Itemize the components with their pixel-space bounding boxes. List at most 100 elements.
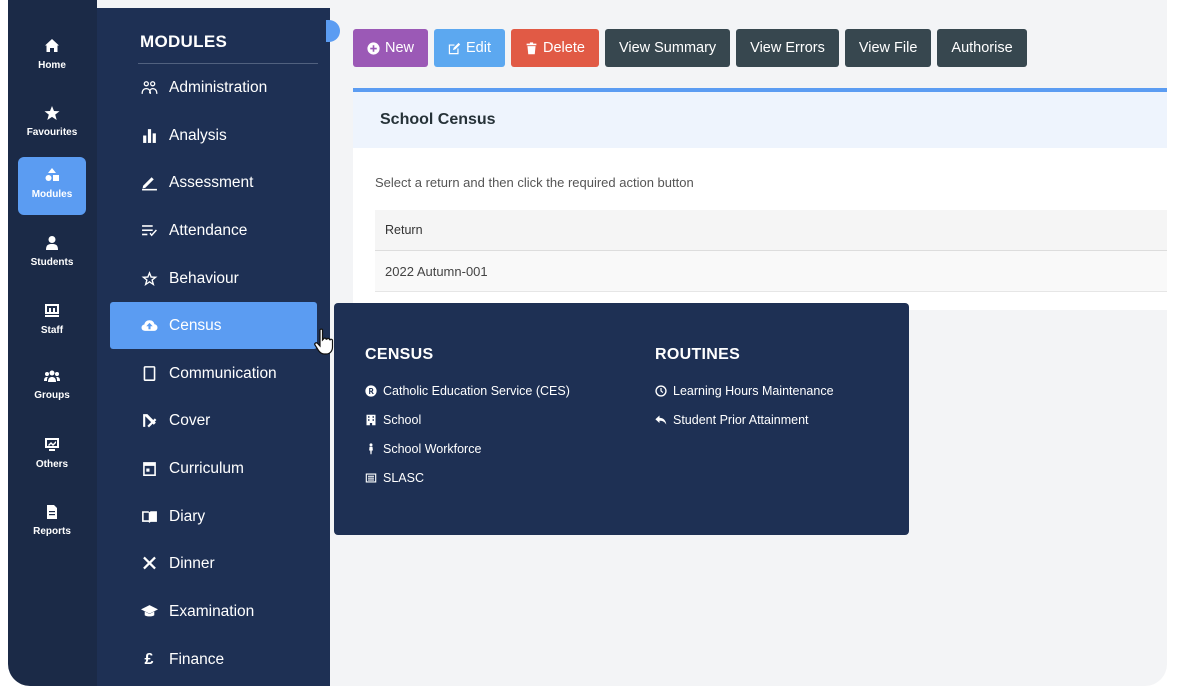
plus-circle-icon — [367, 41, 380, 55]
icon-rail: Home Favourites Modules Students Staff G… — [8, 0, 97, 686]
module-finance[interactable]: £ Finance — [110, 636, 317, 683]
rail-label: Modules — [31, 189, 73, 200]
rail-item-modules[interactable]: Modules — [18, 157, 86, 215]
rail-item-reports[interactable]: Reports — [18, 494, 86, 552]
building-icon — [366, 414, 376, 425]
person-icon — [369, 442, 373, 454]
hand-cursor-icon — [314, 328, 334, 355]
returns-table: Return 2022 Autumn-001 — [375, 210, 1167, 292]
module-label: Curriculum — [169, 459, 244, 477]
view-errors-button[interactable]: View Errors — [736, 29, 839, 67]
module-cover[interactable]: Cover — [110, 397, 317, 444]
graduation-cap-icon — [139, 602, 159, 622]
menu-item-label: Student Prior Attainment — [673, 412, 809, 427]
menu-item-learning-hours-maintenance[interactable]: Learning Hours Maintenance — [655, 376, 834, 405]
bar-chart-icon — [139, 126, 159, 146]
rail-item-favourites[interactable]: Favourites — [18, 95, 86, 153]
module-label: Diary — [169, 507, 206, 525]
rail-label: Staff — [40, 325, 64, 336]
census-section: CENSUS Catholic Education Service (CES) … — [365, 346, 570, 492]
rail-label: Others — [35, 459, 69, 470]
phone-icon — [139, 364, 159, 384]
module-dinner[interactable]: Dinner — [110, 540, 317, 587]
module-curriculum[interactable]: Curriculum — [110, 445, 317, 492]
module-label: Examination — [169, 602, 255, 620]
menu-item-school[interactable]: School — [365, 405, 570, 434]
edit-icon — [448, 42, 461, 54]
menu-item-label: School Workforce — [383, 441, 482, 456]
module-census[interactable]: Census — [110, 302, 317, 349]
rail-item-staff[interactable]: Staff — [18, 293, 86, 351]
card-title: School Census — [353, 92, 1167, 148]
census-flyout-menu: CENSUS Catholic Education Service (CES) … — [334, 303, 909, 535]
registered-icon — [365, 384, 377, 397]
cover-icon — [139, 411, 159, 431]
routines-section: ROUTINES Learning Hours Maintenance Stud… — [655, 346, 834, 434]
rail-item-others[interactable]: Others — [18, 427, 86, 485]
edit-button[interactable]: Edit — [434, 29, 506, 67]
module-analysis[interactable]: Analysis — [110, 112, 317, 159]
delete-label: Delete — [543, 40, 585, 56]
report-icon — [18, 504, 86, 526]
menu-item-ces[interactable]: Catholic Education Service (CES) — [365, 376, 570, 405]
staff-icon — [18, 303, 86, 325]
module-examination[interactable]: Examination — [110, 588, 317, 635]
view-summary-button[interactable]: View Summary — [604, 29, 731, 67]
module-diary[interactable]: Diary — [110, 493, 317, 540]
document-icon — [365, 473, 377, 482]
module-label: Communication — [169, 364, 277, 382]
delete-button[interactable]: Delete — [511, 29, 599, 67]
routines-heading: ROUTINES — [655, 346, 741, 363]
module-label: Cover — [169, 411, 211, 429]
trash-icon — [526, 41, 537, 54]
rail-label: Reports — [33, 526, 71, 537]
menu-item-school-workforce[interactable]: School Workforce — [365, 434, 570, 463]
module-assessment[interactable]: Assessment — [110, 159, 317, 206]
home-icon — [18, 38, 86, 60]
rail-item-students[interactable]: Students — [18, 225, 86, 283]
menu-item-student-prior-attainment[interactable]: Student Prior Attainment — [655, 405, 834, 434]
users-icon — [139, 78, 159, 98]
rail-item-groups[interactable]: Groups — [18, 358, 86, 416]
module-label: Behaviour — [169, 269, 239, 287]
rail-label: Favourites — [26, 127, 78, 138]
new-button[interactable]: New — [353, 29, 429, 67]
cloud-upload-icon — [139, 316, 159, 336]
collapse-handle[interactable] — [326, 20, 340, 42]
star-icon — [18, 105, 86, 127]
authorise-button[interactable]: Authorise — [937, 29, 1027, 67]
groups-icon — [18, 368, 86, 390]
modules-title: MODULES — [140, 32, 228, 51]
pen-icon — [139, 173, 159, 193]
menu-item-slasc[interactable]: SLASC — [365, 463, 570, 492]
menu-item-label: SLASC — [383, 470, 424, 485]
column-header-return[interactable]: Return — [375, 210, 1167, 251]
new-label: New — [385, 40, 415, 56]
student-icon — [18, 235, 86, 257]
app-frame: Home Favourites Modules Students Staff G… — [8, 0, 1167, 686]
menu-item-label: Catholic Education Service (CES) — [383, 383, 570, 398]
view-file-button[interactable]: View File — [844, 29, 932, 67]
module-behaviour[interactable]: Behaviour — [110, 255, 317, 302]
book-icon — [139, 507, 159, 527]
module-label: Attendance — [169, 221, 248, 239]
module-label: Administration — [169, 78, 268, 96]
module-label: Assessment — [169, 173, 254, 191]
school-census-card: School Census Select a return and then c… — [353, 88, 1167, 310]
others-icon — [18, 437, 86, 459]
rail-item-home[interactable]: Home — [18, 28, 86, 86]
pound-icon: £ — [144, 650, 154, 668]
menu-item-label: Learning Hours Maintenance — [673, 383, 834, 398]
action-toolbar: New Edit Delete View Summary View Errors… — [353, 29, 1027, 67]
table-row[interactable]: 2022 Autumn-001 — [375, 251, 1167, 292]
module-label: Census — [169, 316, 222, 334]
module-label: Analysis — [169, 126, 227, 144]
modules-icon — [18, 167, 86, 189]
module-attendance[interactable]: Attendance — [110, 207, 317, 254]
instruction-text: Select a return and then click the requi… — [375, 175, 694, 190]
modules-panel: MODULES Administration Analysis Assessme… — [97, 8, 334, 686]
census-heading: CENSUS — [365, 346, 434, 363]
module-communication[interactable]: Communication — [110, 350, 317, 397]
module-administration[interactable]: Administration — [110, 64, 317, 111]
rail-label: Students — [30, 257, 74, 268]
